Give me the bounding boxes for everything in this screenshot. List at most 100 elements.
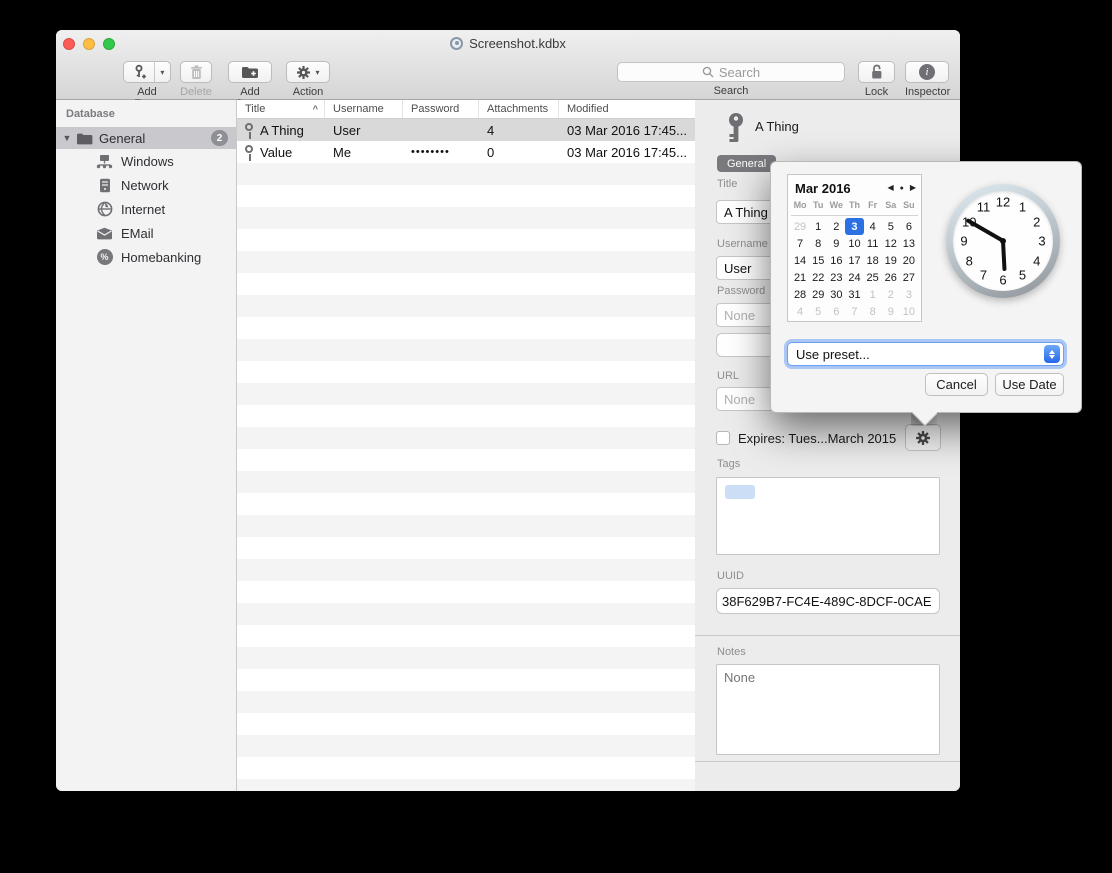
calendar-day[interactable]: 2: [827, 218, 845, 235]
calendar-day[interactable]: 24: [845, 269, 863, 286]
table-row[interactable]: A ThingUser403 Mar 2016 17:45...: [237, 119, 695, 141]
table-empty-row: [237, 317, 695, 339]
search-input[interactable]: Search: [617, 62, 845, 82]
calendar-day[interactable]: 17: [845, 252, 863, 269]
calendar-day[interactable]: 1: [864, 286, 882, 303]
table-empty-row: [237, 471, 695, 493]
calendar-day[interactable]: 29: [791, 218, 809, 235]
table-empty-row: [237, 251, 695, 273]
calendar-day[interactable]: 6: [900, 218, 918, 235]
titlebar[interactable]: Screenshot.kdbx: [56, 30, 960, 56]
calendar-day[interactable]: 9: [827, 235, 845, 252]
sidebar-item-email[interactable]: EMail: [56, 221, 236, 245]
calendar-day[interactable]: 19: [882, 252, 900, 269]
sidebar-item-internet[interactable]: Internet: [56, 197, 236, 221]
document-proxy-icon[interactable]: [450, 37, 463, 50]
calendar-day[interactable]: 10: [900, 303, 918, 320]
calendar-day[interactable]: 14: [791, 252, 809, 269]
cancel-button[interactable]: Cancel: [925, 373, 988, 396]
column-header-title[interactable]: Title ^: [237, 100, 325, 118]
table-row[interactable]: ValueMe••••••••003 Mar 2016 17:45...: [237, 141, 695, 163]
table-empty-row: [237, 537, 695, 559]
calendar-grid: 2912345678910111213141516171819202122232…: [791, 218, 918, 318]
calendar-day[interactable]: 3: [900, 286, 918, 303]
calendar-day[interactable]: 13: [900, 235, 918, 252]
calendar-day[interactable]: 16: [827, 252, 845, 269]
today-dot-icon[interactable]: ●: [900, 185, 904, 192]
tag-pill[interactable]: [725, 485, 755, 499]
table-empty-row: [237, 669, 695, 691]
lock-label: Lock: [858, 86, 895, 98]
expires-date-gear-button[interactable]: [905, 424, 941, 451]
calendar-day[interactable]: 1: [809, 218, 827, 235]
sidebar-item-homebanking[interactable]: % Homebanking: [56, 245, 236, 269]
lock-button[interactable]: [858, 61, 895, 83]
table-empty-row: [237, 427, 695, 449]
next-month-icon[interactable]: ▶: [910, 184, 916, 192]
prev-month-icon[interactable]: ◀: [887, 184, 893, 192]
calendar-day-selected[interactable]: 3: [845, 218, 863, 235]
calendar-day[interactable]: 6: [827, 303, 845, 320]
action-button[interactable]: ▾: [286, 61, 330, 83]
clock-hour-hand: [1001, 241, 1007, 271]
calendar-day[interactable]: 7: [845, 303, 863, 320]
calendar-day[interactable]: 7: [791, 235, 809, 252]
calendar-day[interactable]: 5: [882, 218, 900, 235]
calendar-day[interactable]: 21: [791, 269, 809, 286]
table-empty-row: [237, 713, 695, 735]
calendar-day[interactable]: 23: [827, 269, 845, 286]
calendar-day[interactable]: 25: [864, 269, 882, 286]
calendar-day[interactable]: 8: [809, 235, 827, 252]
column-header-password[interactable]: Password: [403, 100, 479, 118]
add-entry-button[interactable]: ▾: [123, 61, 171, 83]
url-field-label: URL: [717, 370, 739, 382]
calendar-day[interactable]: 2: [882, 286, 900, 303]
calendar-day[interactable]: 12: [882, 235, 900, 252]
calendar-day[interactable]: 4: [864, 218, 882, 235]
disclosure-triangle-icon[interactable]: ▼: [58, 133, 76, 143]
tags-field[interactable]: [716, 477, 940, 555]
uuid-field[interactable]: [716, 588, 940, 614]
cell-username: User: [325, 123, 403, 138]
delete-button[interactable]: [180, 61, 212, 83]
add-group-button[interactable]: [228, 61, 272, 83]
calendar-day[interactable]: 4: [791, 303, 809, 320]
cell-attachments: 4: [479, 123, 559, 138]
username-field-label: Username: [717, 238, 768, 250]
notes-field[interactable]: [716, 664, 940, 755]
calendar-day[interactable]: 22: [809, 269, 827, 286]
tab-general[interactable]: General: [717, 155, 776, 172]
add-entry-dropdown[interactable]: ▾: [155, 62, 170, 82]
sidebar-item-windows[interactable]: Windows: [56, 149, 236, 173]
calendar-day[interactable]: 10: [845, 235, 863, 252]
inspector-button[interactable]: i: [905, 61, 949, 83]
column-header-modified[interactable]: Modified: [559, 100, 695, 118]
sidebar-item-network[interactable]: Network: [56, 173, 236, 197]
use-date-button[interactable]: Use Date: [995, 373, 1064, 396]
clock: 123456789101112: [946, 184, 1060, 298]
calendar-day[interactable]: 26: [882, 269, 900, 286]
calendar-day[interactable]: 9: [882, 303, 900, 320]
calendar-day[interactable]: 15: [809, 252, 827, 269]
column-header-username[interactable]: Username: [325, 100, 403, 118]
calendar-day[interactable]: 31: [845, 286, 863, 303]
clock-number: 12: [996, 195, 1010, 210]
column-header-attachments[interactable]: Attachments: [479, 100, 559, 118]
table-empty-row: [237, 757, 695, 779]
calendar-day[interactable]: 18: [864, 252, 882, 269]
table-empty-row: [237, 273, 695, 295]
sidebar-item-general[interactable]: ▼ General 2: [56, 127, 236, 149]
calendar-day[interactable]: 8: [864, 303, 882, 320]
calendar-day[interactable]: 28: [791, 286, 809, 303]
calendar-day[interactable]: 27: [900, 269, 918, 286]
table-empty-row: [237, 691, 695, 713]
calendar-day[interactable]: 20: [900, 252, 918, 269]
calendar-day[interactable]: 30: [827, 286, 845, 303]
chevron-down-icon: ▾: [315, 68, 319, 77]
preset-select[interactable]: Use preset...: [787, 342, 1064, 366]
calendar-day[interactable]: 11: [864, 235, 882, 252]
calendar-day[interactable]: 5: [809, 303, 827, 320]
entry-key-icon: [725, 112, 747, 144]
expires-checkbox[interactable]: [716, 431, 730, 445]
calendar-day[interactable]: 29: [809, 286, 827, 303]
